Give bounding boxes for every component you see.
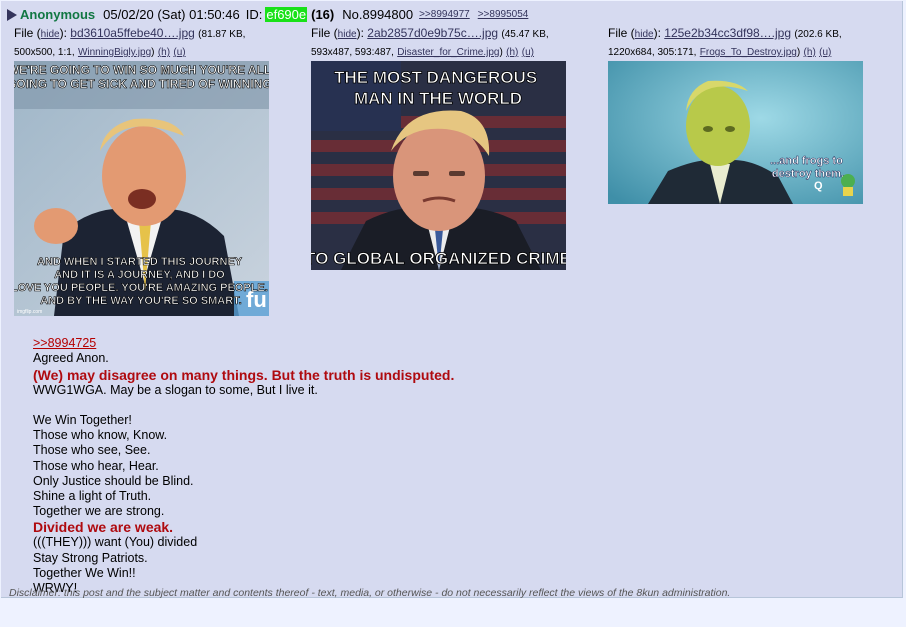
svg-text:Q: Q: [814, 180, 823, 192]
post-menu-triangle-icon[interactable]: [7, 8, 17, 21]
file-3-thumbnail[interactable]: ...and frogs to destroy them. Q: [608, 61, 863, 204]
file-3-orig-link[interactable]: Frogs_To_Destroy.jpg: [700, 47, 797, 58]
body-line: ​: [33, 398, 454, 413]
watermark: imgflip.com: [17, 309, 42, 315]
body-line: Agreed Anon.: [33, 351, 109, 366]
body-line: WWG1WGA. May be a slogan to some, But I …: [33, 382, 318, 397]
body-line: Shine a light of Truth.: [33, 489, 152, 504]
svg-text:AND WHEN I STARTED THIS JOURNE: AND WHEN I STARTED THIS JOURNEY AND IT I…: [14, 256, 269, 307]
file-1-name-link[interactable]: bd3610a5ffebe40….jpg: [70, 26, 195, 40]
file-2-hide-link[interactable]: hide: [338, 29, 357, 40]
disclaimer: Disclaimer: this post and the subject ma…: [9, 587, 731, 599]
file-3-hide-link[interactable]: hide: [635, 29, 654, 40]
body-line: Together we are strong.: [33, 504, 165, 519]
file-1-info: File (hide): bd3610a5ffebe40….jpg (81.87…: [14, 26, 246, 58]
quote-link[interactable]: >>8994725: [33, 336, 454, 351]
post-date: 05/02/20 (Sat) 01:50:46: [103, 7, 240, 22]
post-count: (16): [311, 7, 335, 22]
body-line: Those who see, See.: [33, 443, 151, 458]
file-1-h-link[interactable]: (h): [158, 47, 170, 58]
post-header: Anonymous 05/02/20 (Sat) 01:50:46 ID: ef…: [7, 7, 536, 22]
body-line: Those who hear, Hear.: [33, 458, 159, 473]
file-3-u-link[interactable]: (u): [819, 47, 831, 58]
file-3: File (hide): 125e2b34cc3df98….jpg (202.6…: [608, 25, 870, 61]
file-2-name-link[interactable]: 2ab2857d0e9b75c….jpg: [367, 26, 498, 40]
post-number[interactable]: No.8994800: [342, 7, 413, 22]
body-line: We Win Together!: [33, 413, 132, 428]
heading-text-2: Divided we are weak.: [33, 519, 174, 536]
file-3-h-link[interactable]: (h): [804, 47, 816, 58]
file-1-u-link[interactable]: (u): [173, 47, 185, 58]
poster-name: Anonymous: [20, 7, 96, 22]
file-1-thumbnail[interactable]: fu WE'RE GOING TO WIN SO MUCH YOU'RE ALL…: [14, 61, 269, 316]
backlink-1[interactable]: >>8994977: [419, 9, 470, 20]
file-2-h-link[interactable]: (h): [506, 47, 518, 58]
file-1-orig-link[interactable]: WinningBigly.jpg: [78, 47, 151, 58]
file-1-hide-link[interactable]: hide: [41, 29, 60, 40]
body-line: Only Justice should be Blind.: [33, 473, 194, 488]
file-1: File (hide): bd3610a5ffebe40….jpg (81.87…: [14, 25, 276, 61]
svg-text:WE'RE GOING TO WIN SO MUCH YOU: WE'RE GOING TO WIN SO MUCH YOU'RE ALL GO…: [14, 63, 269, 91]
file-2-u-link[interactable]: (u): [522, 47, 534, 58]
file-2: File (hide): 2ab2857d0e9b75c….jpg (45.47…: [311, 25, 573, 61]
body-line: (((THEY))) want (You) divided: [33, 535, 198, 550]
post-body: >>8994725 Agreed Anon. (We) may disagree o…: [33, 321, 454, 627]
body-line: Those who know, Know.: [33, 428, 168, 443]
file-2-orig-link[interactable]: Disaster_for_Crime.jpg: [397, 47, 499, 58]
id-label: ID:: [245, 7, 263, 22]
file-3-info: File (hide): 125e2b34cc3df98….jpg (202.6…: [608, 26, 842, 58]
svg-text:...and frogs to destro: ...and frogs to destroy them.: [770, 155, 846, 180]
file-2-info: File (hide): 2ab2857d0e9b75c….jpg (45.47…: [311, 26, 549, 58]
heading-text-1: (We) may disagree on many things. But th…: [33, 366, 455, 383]
post-container: Anonymous 05/02/20 (Sat) 01:50:46 ID: ef…: [1, 1, 903, 599]
poster-id[interactable]: ef690e: [265, 7, 308, 22]
backlink-2[interactable]: >>8995054: [478, 9, 529, 20]
file-3-name-link[interactable]: 125e2b34cc3df98….jpg: [664, 26, 791, 40]
body-line: Stay Strong Patriots.: [33, 550, 148, 565]
file-2-thumbnail[interactable]: THE MOST DANGEROUS MAN IN THE WORLD TO G…: [311, 61, 566, 270]
svg-text:TO GLOBAL ORGANIZED CRIME: TO GLOBAL ORGANIZED CRIME: [311, 249, 566, 268]
body-line: Together We Win!!: [33, 565, 136, 580]
